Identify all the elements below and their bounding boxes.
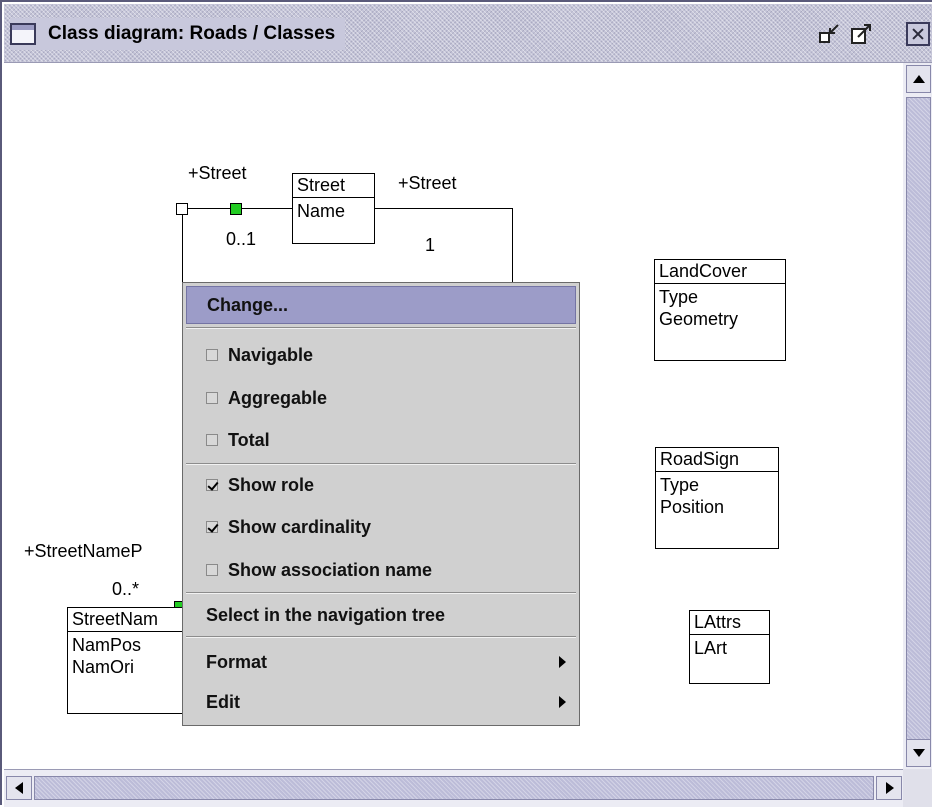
menu-item-edit[interactable]: Edit bbox=[186, 683, 576, 721]
class-attribute: Type bbox=[660, 475, 700, 495]
class-attribute: Type bbox=[659, 287, 699, 307]
class-attribute: Name bbox=[297, 201, 346, 221]
checkbox-icon bbox=[206, 434, 218, 446]
scroll-left-icon[interactable] bbox=[6, 776, 32, 800]
class-diagram-window: Class diagram: Roads / Classes +Street +… bbox=[0, 0, 932, 807]
menu-item-label: Format bbox=[206, 651, 268, 672]
class-attribute: Position bbox=[660, 497, 725, 517]
menu-separator bbox=[186, 327, 576, 329]
vertical-scroll-thumb[interactable] bbox=[906, 97, 931, 747]
checkbox-icon bbox=[206, 392, 218, 404]
title-group: Class diagram: Roads / Classes bbox=[10, 18, 346, 50]
menu-item-aggregable[interactable]: Aggregable bbox=[186, 379, 576, 417]
class-box-lattrs[interactable]: LAttrs LArt bbox=[689, 610, 770, 684]
cardinality-label: 0..* bbox=[112, 579, 140, 599]
menu-separator bbox=[186, 592, 576, 594]
class-box-landcover[interactable]: LandCover Type Geometry bbox=[654, 259, 786, 361]
association-handle[interactable] bbox=[176, 203, 188, 215]
scroll-up-icon[interactable] bbox=[906, 65, 931, 93]
checkbox-checked-icon bbox=[206, 521, 218, 533]
class-name: LAttrs bbox=[690, 611, 769, 635]
scroll-down-icon[interactable] bbox=[906, 739, 931, 767]
menu-item-label: Select in the navigation tree bbox=[206, 604, 446, 625]
menu-item-show-cardinality[interactable]: Show cardinality bbox=[186, 508, 576, 546]
submenu-arrow-icon bbox=[559, 696, 566, 708]
menu-item-label: Aggregable bbox=[228, 387, 328, 408]
scroll-right-icon[interactable] bbox=[876, 776, 902, 800]
class-name: Street bbox=[293, 174, 374, 198]
menu-item-change[interactable]: Change... bbox=[186, 286, 576, 324]
checkbox-icon bbox=[206, 564, 218, 576]
horizontal-scroll-thumb[interactable] bbox=[34, 776, 874, 800]
association-handle-selected[interactable] bbox=[230, 203, 242, 215]
class-attribute: LArt bbox=[694, 638, 728, 658]
class-name: LandCover bbox=[655, 260, 785, 284]
menu-item-label: Change... bbox=[207, 294, 289, 315]
class-attribute: NamPos bbox=[72, 635, 142, 655]
menu-item-format[interactable]: Format bbox=[186, 643, 576, 681]
cardinality-label: 0..1 bbox=[226, 229, 257, 249]
class-box-streetname[interactable]: StreetNam NamPos NamOri bbox=[67, 607, 187, 714]
horizontal-scrollbar[interactable] bbox=[4, 769, 903, 807]
scrollbar-corner bbox=[903, 769, 932, 807]
context-menu: Change... Navigable Aggregable Total Sho… bbox=[182, 282, 580, 726]
submenu-arrow-icon bbox=[559, 656, 566, 668]
assoc-line-top-right[interactable] bbox=[373, 208, 512, 209]
role-label: +Street bbox=[188, 163, 247, 183]
window-icon bbox=[10, 23, 36, 45]
maximize-icon[interactable] bbox=[850, 22, 874, 46]
menu-item-select-in-tree[interactable]: Select in the navigation tree bbox=[186, 596, 576, 634]
assoc-line-right-down[interactable] bbox=[512, 208, 513, 284]
menu-item-total[interactable]: Total bbox=[186, 421, 576, 459]
class-box-roadsign[interactable]: RoadSign Type Position bbox=[655, 447, 779, 549]
minimize-icon[interactable] bbox=[818, 22, 842, 46]
window-titlebar[interactable]: Class diagram: Roads / Classes bbox=[4, 4, 932, 63]
menu-separator bbox=[186, 636, 576, 638]
checkbox-icon bbox=[206, 349, 218, 361]
class-name: StreetNam bbox=[68, 608, 186, 632]
menu-item-label: Total bbox=[228, 429, 270, 450]
role-label: +Street bbox=[398, 173, 457, 193]
menu-item-label: Edit bbox=[206, 691, 240, 712]
menu-item-label: Show cardinality bbox=[228, 516, 372, 537]
class-attribute: Geometry bbox=[659, 309, 739, 329]
menu-separator bbox=[186, 463, 576, 465]
menu-item-label: Show role bbox=[228, 474, 315, 495]
vertical-scrollbar[interactable] bbox=[903, 63, 932, 769]
class-attribute: NamOri bbox=[72, 657, 134, 677]
checkbox-checked-icon bbox=[206, 479, 218, 491]
menu-item-show-association-name[interactable]: Show association name bbox=[186, 551, 576, 589]
menu-item-label: Navigable bbox=[228, 344, 314, 365]
cardinality-label: 1 bbox=[425, 235, 436, 255]
assoc-line-left-down[interactable] bbox=[182, 214, 183, 284]
role-label: +StreetNameP bbox=[24, 541, 143, 561]
menu-item-label: Show association name bbox=[228, 559, 433, 580]
menu-item-navigable[interactable]: Navigable bbox=[186, 336, 576, 374]
menu-item-show-role[interactable]: Show role bbox=[186, 466, 576, 504]
class-box-street[interactable]: Street Name bbox=[292, 173, 375, 244]
close-icon[interactable] bbox=[906, 22, 930, 46]
window-title: Class diagram: Roads / Classes bbox=[48, 23, 336, 44]
class-name: RoadSign bbox=[656, 448, 778, 472]
